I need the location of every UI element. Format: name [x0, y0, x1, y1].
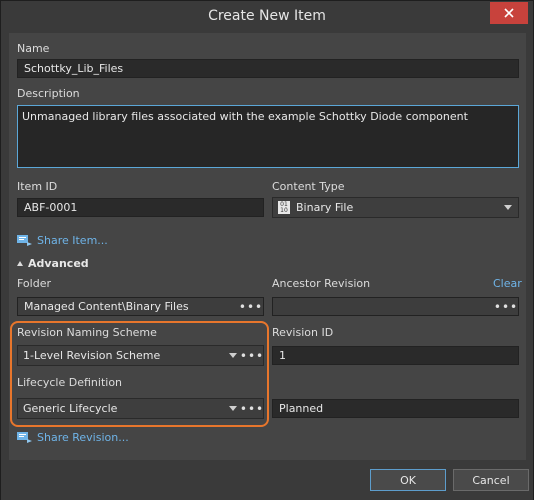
create-new-item-dialog: Create New Item Name Schottky_Lib_Files … [0, 0, 534, 500]
ancestor-revision-field[interactable]: ••• [272, 297, 519, 316]
revision-id-field[interactable]: 1 [272, 346, 519, 365]
share-item-link[interactable]: Share Item... [17, 234, 108, 247]
description-text: Unmanaged library files associated with … [22, 110, 468, 123]
collapse-triangle-icon [17, 261, 23, 266]
share-icon [17, 431, 32, 443]
highlight-box [10, 321, 269, 427]
content-type-value: Binary File [296, 201, 354, 214]
item-id-label: Item ID [17, 180, 58, 193]
folder-label: Folder [17, 277, 51, 290]
content-type-dropdown[interactable]: 01 10 Binary File [272, 197, 519, 218]
share-revision-link[interactable]: Share Revision... [17, 431, 129, 444]
item-id-field[interactable]: ABF-0001 [17, 198, 264, 217]
name-label: Name [17, 42, 50, 55]
description-label: Description [17, 87, 80, 100]
folder-value: Managed Content\Binary Files [24, 300, 189, 313]
revision-id-label: Revision ID [272, 326, 334, 339]
content-type-label: Content Type [272, 180, 345, 193]
share-revision-label: Share Revision... [37, 431, 129, 444]
binary-file-icon: 01 10 [278, 201, 290, 214]
ancestor-browse-button[interactable]: ••• [494, 298, 517, 315]
share-icon [17, 234, 32, 246]
title-bar: Create New Item [1, 1, 533, 33]
folder-field[interactable]: Managed Content\Binary Files ••• [17, 297, 264, 316]
ancestor-revision-label: Ancestor Revision [272, 277, 371, 290]
close-button[interactable] [490, 2, 528, 24]
chevron-down-icon [504, 205, 512, 210]
advanced-label: Advanced [28, 257, 89, 270]
folder-browse-button[interactable]: ••• [239, 298, 262, 315]
advanced-section-toggle[interactable]: Advanced [17, 257, 89, 270]
lifecycle-state-field: Planned [272, 399, 519, 418]
share-item-label: Share Item... [37, 234, 108, 247]
cancel-button[interactable]: Cancel [453, 469, 529, 491]
dialog-title: Create New Item [208, 8, 326, 24]
name-field[interactable]: Schottky_Lib_Files [17, 59, 519, 78]
close-icon [504, 8, 514, 18]
dialog-footer: OK Cancel [1, 460, 533, 500]
ok-button[interactable]: OK [370, 469, 446, 491]
clear-link[interactable]: Clear [493, 277, 522, 290]
description-field[interactable]: Unmanaged library files associated with … [17, 105, 519, 168]
